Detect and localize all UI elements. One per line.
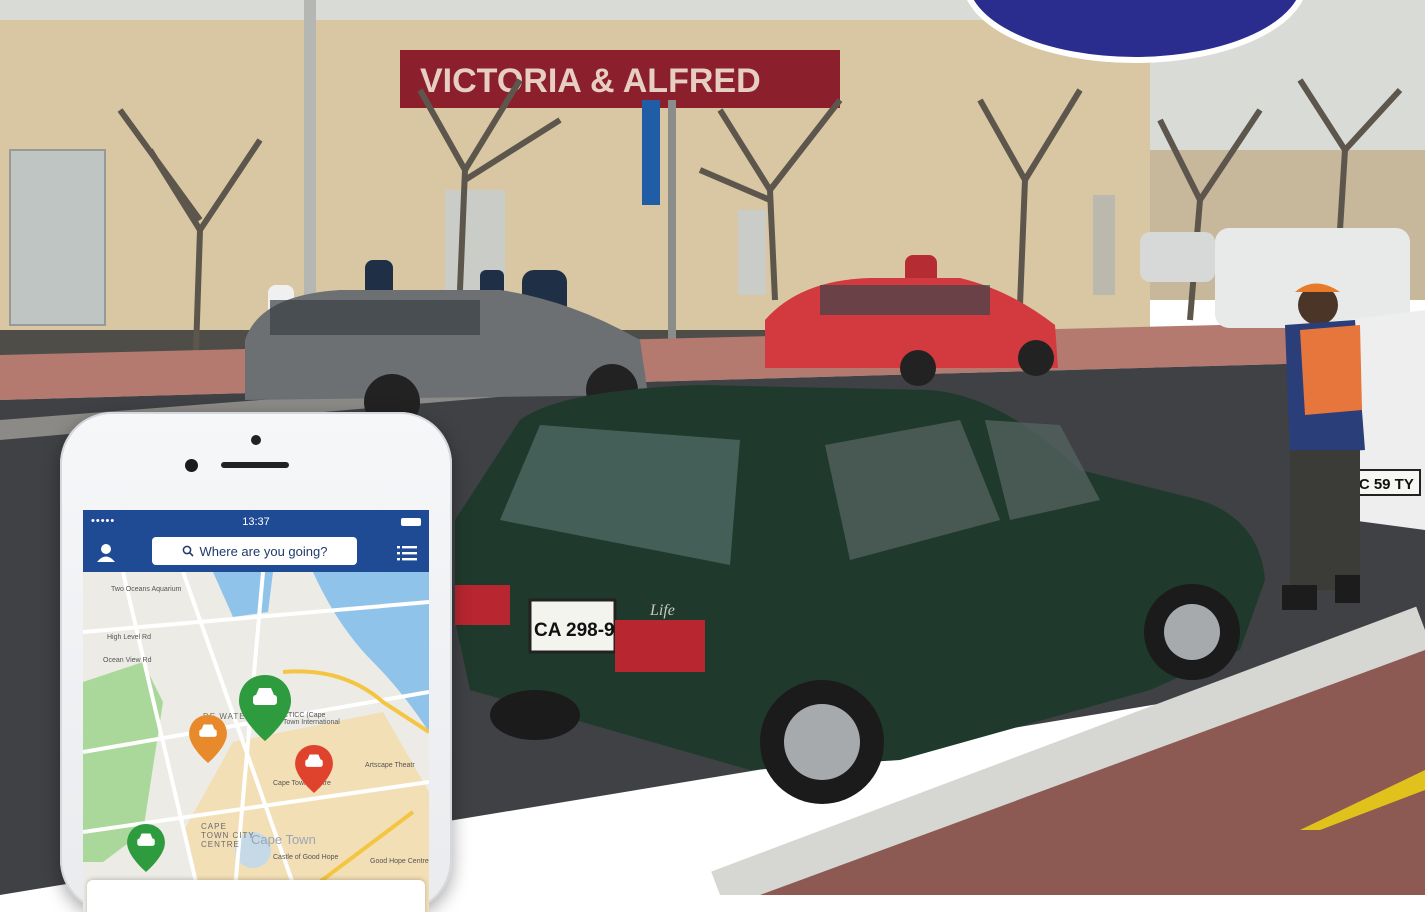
map-label-artscape: Artscape Theatr — [365, 762, 415, 769]
map-label-city-centre: CAPE TOWN CITY CENTRE — [201, 822, 255, 849]
map-label-aquarium: Two Oceans Aquarium — [111, 586, 182, 593]
map-label-castle: Castle of Good Hope — [273, 854, 339, 861]
phone-mockup: ••••• 13:37 Where are you going? Two Oce… — [60, 412, 452, 912]
search-icon — [182, 545, 194, 557]
map-label-high-level: High Level Rd — [107, 634, 151, 641]
map-label-cape-town: Cape Town — [251, 832, 316, 847]
parking-marshal — [1282, 283, 1365, 610]
front-camera — [185, 459, 198, 472]
speaker-grille — [221, 462, 289, 468]
map-label-good-hope: Good Hope Centre — [370, 858, 429, 865]
map-label-ctcc: CTICC (Cape Town International — [283, 712, 340, 726]
status-bar: ••••• 13:37 — [83, 510, 429, 534]
parking-sign — [642, 100, 660, 205]
search-placeholder: Where are you going? — [199, 543, 328, 559]
car-badge: Life — [649, 602, 675, 619]
user-icon[interactable] — [95, 542, 117, 564]
battery-icon — [401, 518, 421, 526]
parking-pin-green-large[interactable] — [239, 675, 291, 741]
search-input[interactable]: Where are you going? — [152, 537, 357, 565]
status-time: 13:37 — [242, 516, 270, 528]
parking-pin-orange[interactable] — [189, 715, 227, 763]
app-header: Where are you going? — [83, 534, 429, 572]
camera-dot — [251, 435, 261, 445]
parking-pin-green-small[interactable] — [127, 824, 165, 872]
app-screen: ••••• 13:37 Where are you going? Two Oce… — [83, 510, 429, 912]
parking-pin-red[interactable] — [295, 745, 333, 793]
building-sign: VICTORIA & ALFRED — [420, 62, 761, 100]
map-label-ocean-view: Ocean View Rd — [103, 657, 152, 664]
bottom-sheet[interactable] — [87, 880, 425, 912]
list-menu-icon[interactable] — [397, 543, 417, 563]
map-view[interactable]: Two Oceans Aquarium High Level Rd Ocean … — [83, 571, 429, 912]
